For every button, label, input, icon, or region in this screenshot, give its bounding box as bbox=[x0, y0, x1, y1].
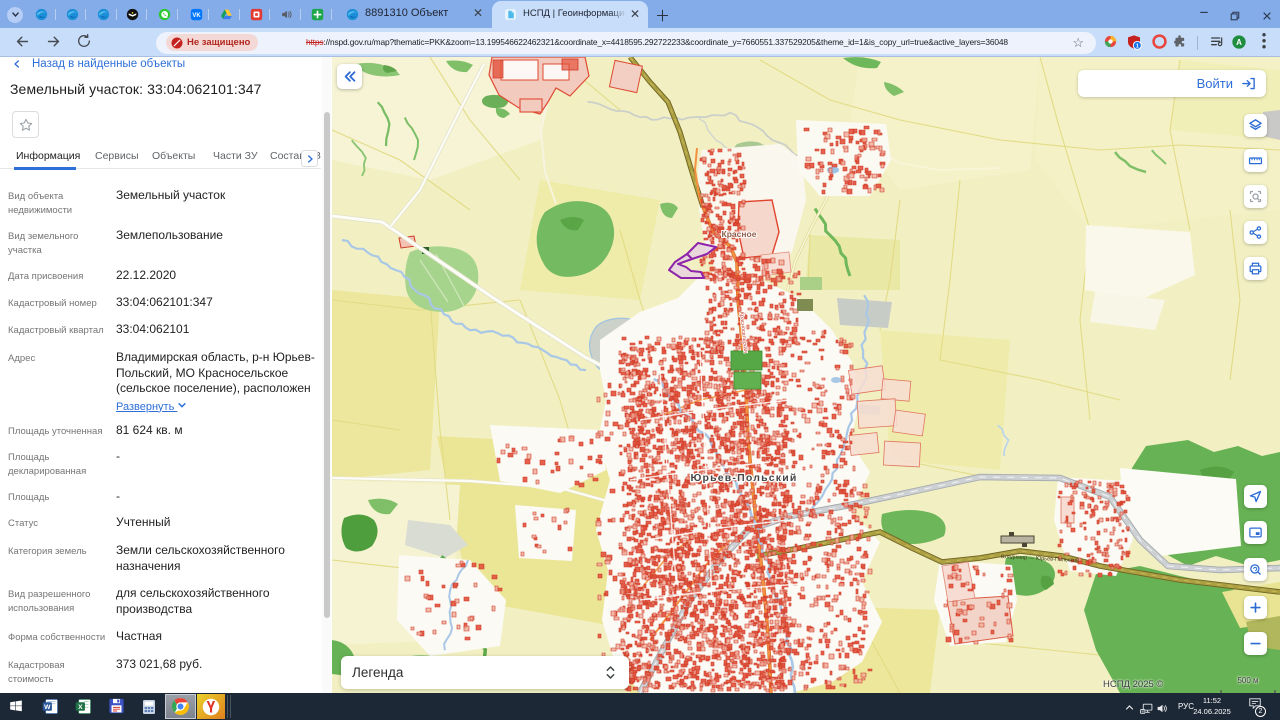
svg-text:X: X bbox=[78, 704, 83, 711]
svg-text:Юрьев-Польский: Юрьев-Польский bbox=[690, 472, 797, 484]
svg-text:Красное: Красное bbox=[722, 229, 757, 239]
svg-text:VK: VK bbox=[192, 12, 201, 18]
svg-text:1: 1 bbox=[1136, 43, 1139, 49]
svg-text:W: W bbox=[44, 704, 51, 711]
svg-text:A: A bbox=[1236, 38, 1242, 47]
